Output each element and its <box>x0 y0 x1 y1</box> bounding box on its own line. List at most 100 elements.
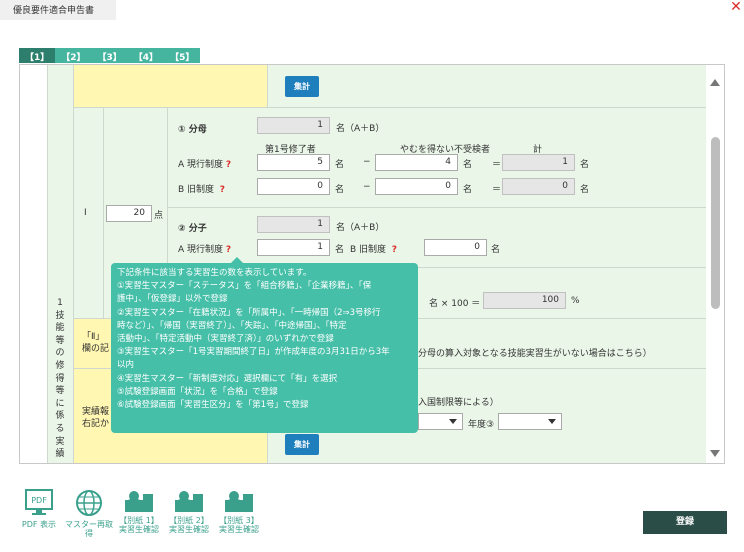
pdf-icon: PDF <box>25 489 53 515</box>
numerator-heading: ② 分子 <box>178 224 207 234</box>
numerator-row-a-label: A 現行制度 ? <box>178 245 232 255</box>
tool-label: 実習生確認 <box>119 525 159 534</box>
denominator-total: 1 <box>257 117 330 134</box>
appendix-1-button[interactable]: 【別紙 1】 実習生確認 <box>114 488 164 538</box>
denominator-a-total: 1 <box>502 154 575 171</box>
tool-label: 【別紙 2】 <box>169 516 209 525</box>
window-title: 優良要件適合申告書 <box>0 0 116 20</box>
unit-label: 名 <box>335 160 345 170</box>
denominator-heading: ① 分母 <box>178 125 207 135</box>
tooltip-line: 活動中」、「特定活動中（実習終了済）」のいずれかで登録 <box>117 334 334 345</box>
svg-text:PDF: PDF <box>31 496 47 505</box>
category-label: 1技能等の修得等に係る実績 <box>55 298 65 460</box>
tooltip-line: 時など）」、「帰国（実習終了）」、「失踪」、「中途帰国」、「特定 <box>117 320 347 331</box>
year-select-1[interactable] <box>418 413 463 430</box>
numerator-b-input[interactable]: 0 <box>424 239 487 256</box>
numerator-row-b-label: B 旧制度 ? <box>350 245 398 255</box>
tooltip-line: 護中」、「仮登録」以外で登録 <box>117 294 228 305</box>
tab-1[interactable]: 【1】 <box>19 48 56 63</box>
record-label: 実績報 右記か <box>82 407 110 429</box>
numerator-block <box>168 208 708 268</box>
denominator-a-completed[interactable]: 5 <box>257 154 330 171</box>
unit-label: 名 <box>335 185 345 195</box>
unit-label: 名 <box>580 160 590 170</box>
roman-cell <box>74 108 104 319</box>
tooltip-line: 下記条件に該当する実習生の数を表示しています。 <box>117 268 312 278</box>
fiscal-year-label: 年度③ <box>468 420 495 430</box>
denominator-b-unavoidable[interactable]: 0 <box>375 178 458 195</box>
bottom-toolbar: PDF PDF 表示 マスター再取得 【別紙 1】 実習生確認 【別紙 2】 実… <box>14 488 264 538</box>
unit-label: 名 <box>491 245 501 255</box>
roman-label: I <box>84 208 87 218</box>
scroll-thumb[interactable] <box>711 137 720 309</box>
tooltip-line: ①実習生マスター「ステータス」を「組合移籍」、「企業移籍」、「保 <box>117 281 372 292</box>
denominator-row-a-label: A 現行制度 ? <box>178 160 232 170</box>
tool-label: マスター再取得 <box>65 520 113 538</box>
appendix-3-button[interactable]: 【別紙 3】 実習生確認 <box>214 488 264 538</box>
appendix-2-button[interactable]: 【別紙 2】 実習生確認 <box>164 488 214 538</box>
tool-label: 実習生確認 <box>219 525 259 534</box>
master-refetch-button[interactable]: マスター再取得 <box>64 488 114 538</box>
tool-label: 実習生確認 <box>169 525 209 534</box>
points-unit: 点 <box>154 211 164 221</box>
minus-sign: − <box>363 182 371 192</box>
help-icon[interactable]: ? <box>226 245 231 255</box>
scroll-down-icon[interactable] <box>710 450 720 457</box>
tab-4[interactable]: 【4】 <box>127 48 165 63</box>
record-right: 入国制限等による） <box>418 398 499 408</box>
ratio-multiply: 名 × 100 ＝ <box>429 299 481 309</box>
register-button[interactable]: 登録 <box>643 511 727 534</box>
denominator-row-b-label: B 旧制度 ? <box>178 185 226 195</box>
top-row-label-cell <box>74 65 268 108</box>
tab-5[interactable]: 【5】 <box>164 48 201 63</box>
aggregate-button-top[interactable]: 集計 <box>285 76 319 97</box>
tool-label: 【別紙 1】 <box>119 516 159 525</box>
denominator-b-total: 0 <box>502 178 575 195</box>
denominator-b-completed[interactable]: 0 <box>257 178 330 195</box>
tab-2[interactable]: 【2】 <box>55 48 92 63</box>
person-card-icon <box>225 491 253 512</box>
close-icon[interactable]: ✕ <box>728 0 744 16</box>
tab-3[interactable]: 【3】 <box>91 48 128 63</box>
denominator-total-unit: 名（A＋B） <box>336 124 385 134</box>
tooltip-line: ⑤試験登録画面「状況」を「合格」で登録 <box>117 386 278 397</box>
vertical-scrollbar[interactable] <box>706 65 724 463</box>
equals-sign: ＝ <box>492 185 502 195</box>
numerator-total: 1 <box>257 216 330 233</box>
help-tooltip: 下記条件に該当する実習生の数を表示しています。 ①実習生マスター「ステータス」を「… <box>111 257 418 433</box>
scroll-up-icon[interactable] <box>710 79 720 86</box>
help-icon[interactable]: ? <box>226 160 231 170</box>
minus-sign: − <box>363 157 371 167</box>
ratio-value: 100 <box>483 292 566 309</box>
tooltip-line: ②実習生マスター「在籍状況」を「所属中」、「一時帰国（2⇒3号移行 <box>117 307 381 318</box>
note-right: 分母の算入対象となる技能実習生がいない場合はこちら） <box>418 349 652 359</box>
section-tabs: 【1】 【2】 【3】 【4】 【5】 <box>19 48 201 63</box>
unit-label: 名 <box>580 185 590 195</box>
tooltip-line: ④実習生マスター「新制度対応」選択欄にて「有」を選択 <box>117 373 338 384</box>
left-margin <box>20 65 48 463</box>
tooltip-line: ⑥試験登録画面「実習生区分」を「第1号」で登録 <box>117 400 309 411</box>
numerator-a-input[interactable]: 1 <box>257 239 330 256</box>
note-left: 「Ⅱ」 欄の記 <box>82 332 110 354</box>
pdf-view-button[interactable]: PDF PDF 表示 <box>14 488 64 538</box>
help-icon[interactable]: ? <box>392 245 397 255</box>
unit-label: 名 <box>335 245 345 255</box>
year-select-2[interactable] <box>498 413 562 430</box>
denominator-a-unavoidable[interactable]: 4 <box>375 154 458 171</box>
help-icon[interactable]: ? <box>220 185 225 195</box>
aggregate-button-bottom[interactable]: 集計 <box>285 434 319 455</box>
unit-label: 名 <box>463 160 473 170</box>
unit-label: 名 <box>463 185 473 195</box>
equals-sign: ＝ <box>492 160 502 170</box>
person-card-icon <box>125 491 153 512</box>
tooltip-line: 以内 <box>117 360 135 371</box>
person-card-icon <box>175 491 203 512</box>
top-row-value-cell <box>268 65 708 108</box>
globe-icon <box>76 490 102 516</box>
numerator-total-unit: 名（A＋B） <box>336 223 385 233</box>
tool-label: 【別紙 3】 <box>219 516 259 525</box>
tool-label: PDF 表示 <box>21 520 57 529</box>
points-input[interactable]: 20 <box>106 205 152 222</box>
tooltip-line: ③実習生マスター「1号実習期間終了日」が作成年度の3月31日から3年 <box>117 347 390 358</box>
ratio-unit: % <box>571 296 580 306</box>
